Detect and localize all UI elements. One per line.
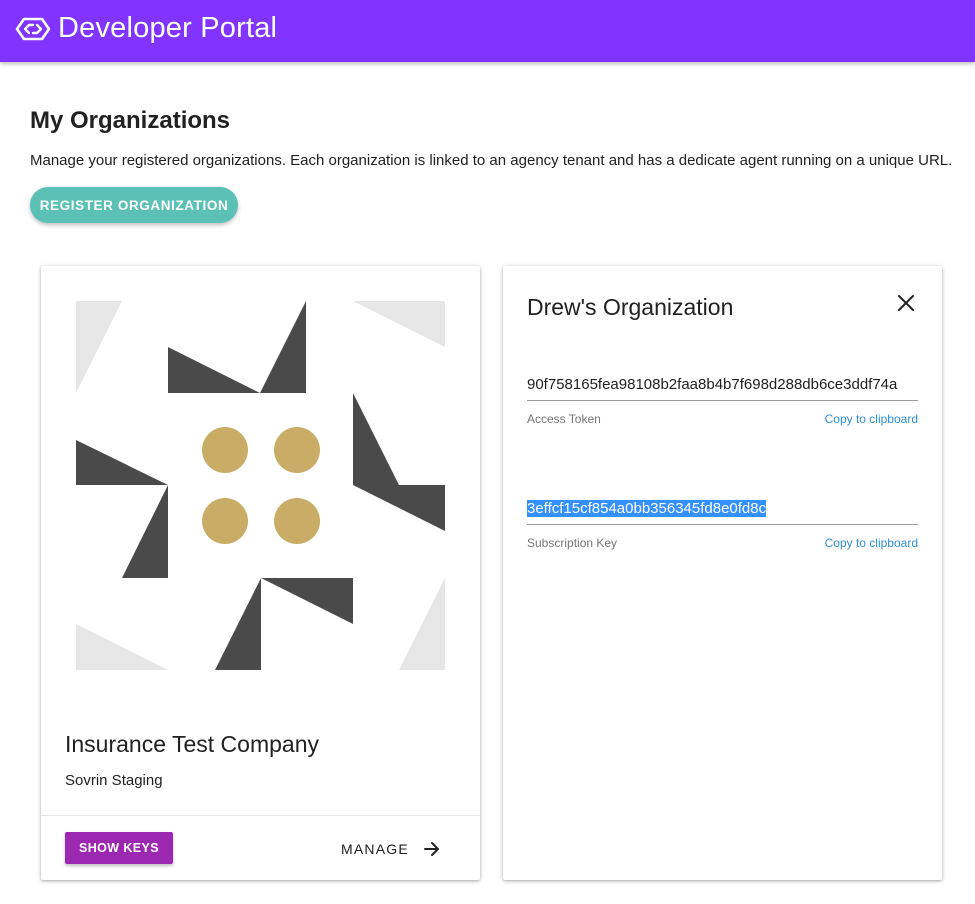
copy-subscription-key-link[interactable]: Copy to clipboard bbox=[825, 536, 918, 550]
page-description: Manage your registered organizations. Ea… bbox=[30, 152, 953, 169]
keys-card: Drew's Organization 90f758165fea98108b2f… bbox=[503, 266, 942, 880]
organization-name: Insurance Test Company bbox=[65, 731, 319, 757]
register-organization-button[interactable]: REGISTER ORGANIZATION bbox=[30, 187, 238, 223]
manage-label: MANAGE bbox=[341, 841, 409, 857]
keys-card-title: Drew's Organization bbox=[527, 294, 734, 320]
link-logo-icon[interactable] bbox=[15, 16, 51, 42]
arrow-right-icon bbox=[423, 842, 439, 856]
close-icon[interactable] bbox=[896, 293, 916, 313]
page-title: My Organizations bbox=[30, 107, 231, 134]
access-token-label: Access Token bbox=[527, 412, 601, 426]
subscription-key-value[interactable]: 3effcf15cf854a0bb356345fd8e0fd8c bbox=[527, 496, 918, 525]
card-divider bbox=[41, 815, 480, 816]
show-keys-button[interactable]: SHOW KEYS bbox=[65, 832, 173, 864]
subscription-key-label: Subscription Key bbox=[527, 536, 618, 550]
copy-access-token-link[interactable]: Copy to clipboard bbox=[825, 412, 918, 426]
access-token-field: 90f758165fea98108b2faa8b4b7f698d288db6ce… bbox=[527, 372, 918, 426]
subscription-key-field: 3effcf15cf854a0bb356345fd8e0fd8c Subscri… bbox=[527, 496, 918, 550]
organization-avatar bbox=[76, 301, 445, 670]
organization-card: Insurance Test Company Sovrin Staging SH… bbox=[41, 266, 480, 880]
app-title: Developer Portal bbox=[58, 12, 278, 44]
manage-link[interactable]: MANAGE bbox=[341, 838, 441, 860]
app-bar: Developer Portal bbox=[0, 0, 975, 62]
organization-network: Sovrin Staging bbox=[65, 772, 163, 789]
access-token-value[interactable]: 90f758165fea98108b2faa8b4b7f698d288db6ce… bbox=[527, 372, 918, 401]
subscription-key-selection: 3effcf15cf854a0bb356345fd8e0fd8c bbox=[527, 500, 767, 517]
